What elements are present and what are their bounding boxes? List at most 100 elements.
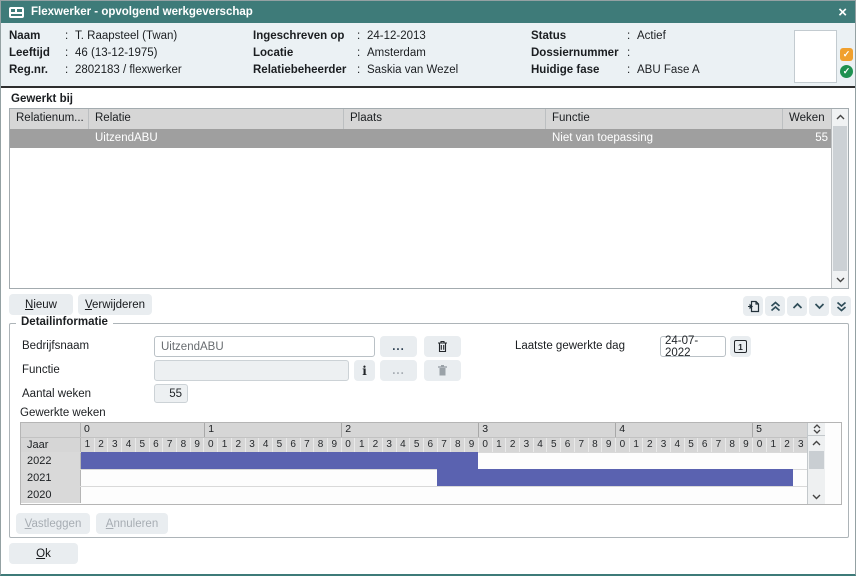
- move-bottom-button[interactable]: [831, 296, 851, 316]
- week-number-header-cell: 5: [409, 438, 423, 452]
- week-grid-main: 012345 Jaar 1234567890123456789012345678…: [21, 423, 807, 504]
- new-button[interactable]: Nieuw: [9, 294, 73, 315]
- week-number-header-cell: 3: [107, 438, 121, 452]
- scroll-up-icon[interactable]: [808, 436, 825, 450]
- separator: :: [65, 45, 75, 62]
- week-number-header-cell: 8: [725, 438, 739, 452]
- close-icon[interactable]: ×: [838, 5, 847, 20]
- functie-delete-button: [424, 360, 461, 381]
- week-number-header-cell: 2: [368, 438, 382, 452]
- info-icon: i: [362, 364, 367, 378]
- week-number-header-cell: 9: [190, 438, 204, 452]
- save-button: Vastleggen: [16, 513, 90, 534]
- table-scrollbar[interactable]: [831, 109, 848, 288]
- separator: :: [65, 28, 75, 45]
- column-header-relatienummer[interactable]: Relatienum...: [10, 109, 89, 129]
- field-value: 24-12-2013: [367, 28, 426, 45]
- column-header-weken[interactable]: Weken: [783, 109, 832, 129]
- table-row-selected[interactable]: UitzendABU Niet van toepassing 55: [10, 129, 848, 148]
- year-label: 2022: [21, 453, 81, 469]
- week-number-header-cell: 7: [574, 438, 588, 452]
- scroll-down-icon[interactable]: [808, 490, 825, 504]
- week-number-header-cell: 5: [546, 438, 560, 452]
- week-number-header-cell: 9: [464, 438, 478, 452]
- laatste-gewerkte-dag-label: Laatste gewerkte dag: [515, 340, 625, 352]
- move-down-button[interactable]: [809, 296, 829, 316]
- laatste-gewerkte-dag-input[interactable]: 24-07-2022: [660, 336, 726, 357]
- aantal-weken-input: 55: [154, 384, 188, 403]
- scroll-down-icon[interactable]: [832, 272, 848, 288]
- scrollbar-thumb[interactable]: [833, 126, 847, 271]
- weeks-track[interactable]: [81, 470, 807, 486]
- column-header-functie[interactable]: Functie: [546, 109, 783, 129]
- move-up-button[interactable]: [787, 296, 807, 316]
- weeks-track[interactable]: [81, 453, 807, 469]
- week-number-header-cell: 3: [656, 438, 670, 452]
- separator: :: [357, 62, 367, 79]
- move-top-button[interactable]: [765, 296, 785, 316]
- week-number-header-cell: 3: [793, 438, 807, 452]
- field-label: Leeftijd: [9, 45, 65, 62]
- week-number-header-cell: 8: [313, 438, 327, 452]
- bedrijfsnaam-delete-button[interactable]: [424, 336, 461, 357]
- week-number-header-cell: 5: [135, 438, 149, 452]
- cell-plaats: [344, 129, 546, 148]
- week-number-header-cell: 1: [766, 438, 780, 452]
- functie-input: [154, 360, 349, 381]
- gewerkte-weken-label: Gewerkte weken: [20, 407, 106, 419]
- ok-button[interactable]: Ok: [9, 543, 78, 564]
- weeks-track[interactable]: [81, 487, 807, 503]
- cancel-button: Annuleren: [96, 513, 168, 534]
- bedrijfsnaam-browse-button[interactable]: ...: [380, 336, 417, 357]
- delete-button[interactable]: Verwijderen: [78, 294, 152, 315]
- worked-weeks-grid: 012345 Jaar 1234567890123456789012345678…: [20, 422, 842, 505]
- separator: :: [627, 28, 637, 45]
- functie-label: Functie: [22, 364, 60, 376]
- orange-check-icon[interactable]: ✓: [840, 48, 853, 61]
- grid-corner-cell: [21, 423, 81, 437]
- week-tens-header-cell: 5: [752, 423, 807, 437]
- week-number-header-cell: 1: [492, 438, 506, 452]
- week-tens-header-row: 012345: [21, 423, 807, 437]
- week-number-header-cell: 6: [560, 438, 574, 452]
- window-title: Flexwerker - opvolgend werkgeverschap: [31, 6, 253, 18]
- year-row: 2022: [21, 452, 807, 469]
- column-header-plaats[interactable]: Plaats: [344, 109, 546, 129]
- field-value: Amsterdam: [367, 45, 426, 62]
- scrollbar-thumb[interactable]: [809, 451, 824, 469]
- field-label: Relatiebeheerder: [253, 62, 357, 79]
- week-grid-scrollbar[interactable]: [807, 423, 825, 504]
- trash-icon-disabled: [437, 364, 448, 377]
- green-check-icon[interactable]: ✓: [840, 65, 853, 78]
- separator: :: [357, 45, 367, 62]
- week-number-header-cell: 4: [670, 438, 684, 452]
- week-number-header-cell: 6: [286, 438, 300, 452]
- field-label: Dossiernummer: [531, 45, 627, 62]
- field-label: Naam: [9, 28, 65, 45]
- week-number-header-cell: 8: [588, 438, 602, 452]
- separator: :: [627, 62, 637, 79]
- field-label: Ingeschreven op: [253, 28, 357, 45]
- year-row: 2021: [21, 469, 807, 486]
- scroll-up-icon[interactable]: [832, 109, 848, 125]
- date-picker-button[interactable]: 1: [730, 336, 751, 357]
- header-column-middle: Ingeschreven op:24-12-2013 Locatie:Amste…: [253, 28, 458, 79]
- week-number-header-cell: 7: [437, 438, 451, 452]
- week-number-header-cell: 9: [739, 438, 753, 452]
- week-number-header-cell: 2: [642, 438, 656, 452]
- header-column-left: Naam:T. Raapsteel (Twan) Leeftijd:46 (13…: [9, 28, 182, 79]
- bedrijfsnaam-input[interactable]: UitzendABU: [154, 336, 375, 357]
- week-number-header-cell: 2: [231, 438, 245, 452]
- scroll-both-icon[interactable]: [808, 423, 825, 436]
- export-row-button[interactable]: [743, 296, 763, 316]
- week-number-header-cell: 2: [780, 438, 794, 452]
- week-number-header-cell: 2: [505, 438, 519, 452]
- worked-at-section-label: Gewerkt bij: [11, 93, 73, 105]
- week-tens-header-cell: 2: [341, 423, 478, 437]
- functie-info-button[interactable]: i: [354, 360, 375, 381]
- week-number-header-cell: 6: [423, 438, 437, 452]
- week-grid-groups: 012345: [81, 423, 807, 437]
- header-column-right: Status:Actief Dossiernummer: Huidige fas…: [531, 28, 700, 79]
- bedrijfsnaam-label: Bedrijfsnaam: [22, 340, 89, 352]
- column-header-relatie[interactable]: Relatie: [89, 109, 344, 129]
